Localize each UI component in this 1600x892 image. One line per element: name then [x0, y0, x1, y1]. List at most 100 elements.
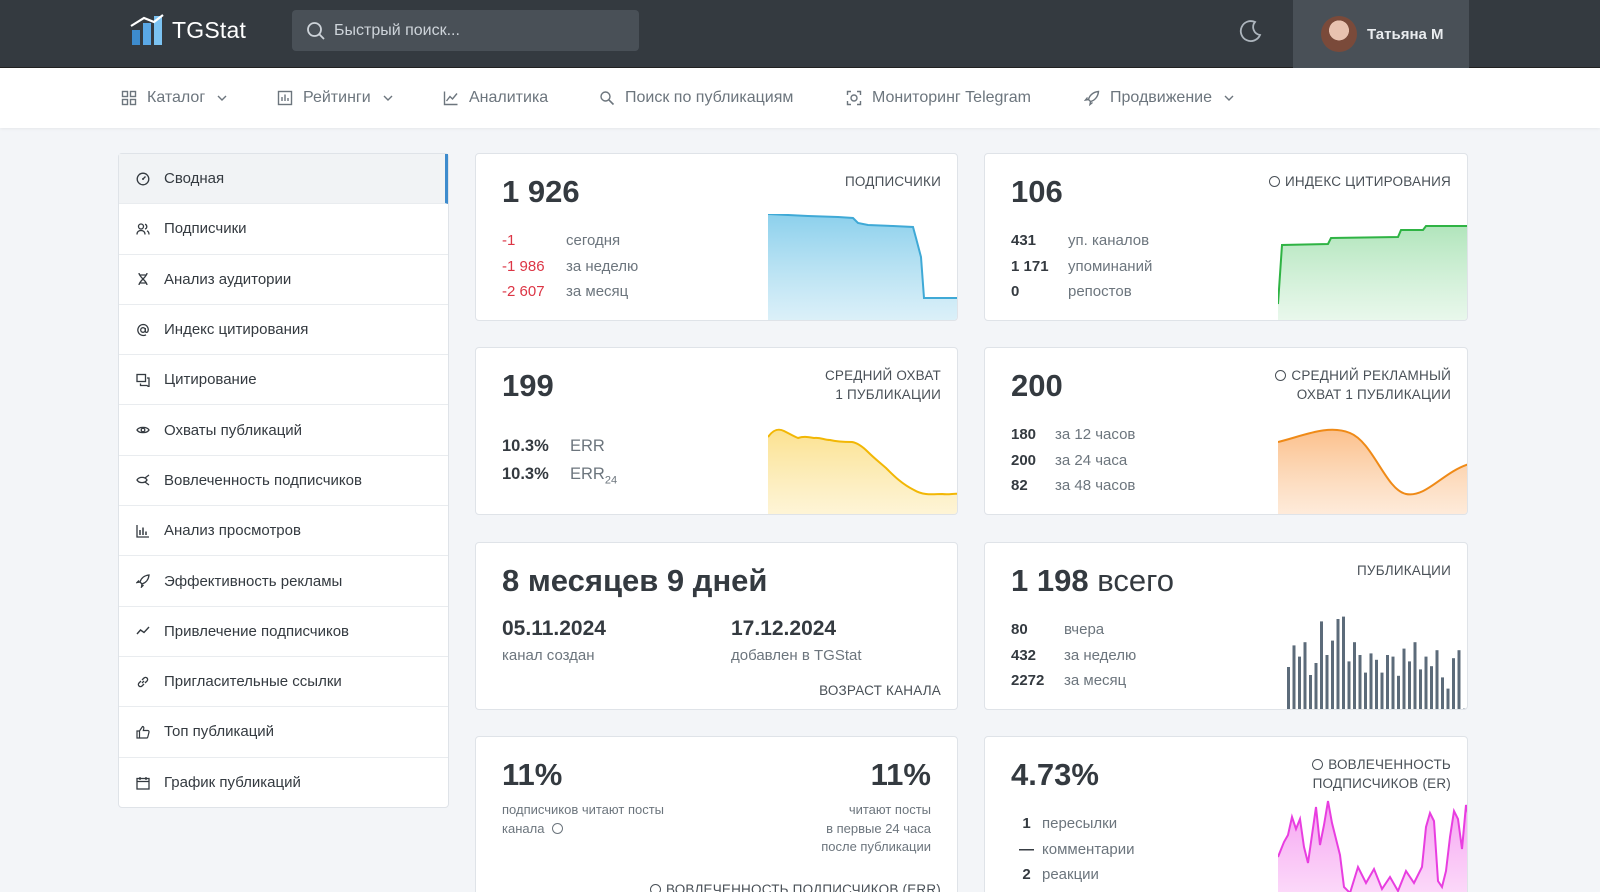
sidebar-item-audience[interactable]: Анализ аудитории: [119, 255, 448, 305]
engagement-icon: [136, 474, 150, 486]
sidebar: Сводная Подписчики Анализ аудитории Инде…: [118, 153, 449, 808]
ad-reach-label-line2: ОХВАТ 1 ПУБЛИКАЦИИ: [1296, 387, 1451, 402]
stat-value: 2272: [1011, 672, 1045, 689]
stat-row: 2272 за месяц: [1011, 668, 1136, 694]
subscribers-sparkline: [768, 214, 957, 320]
logo[interactable]: TGStat: [130, 14, 246, 46]
sidebar-item-label: Сводная: [164, 170, 225, 188]
posts-bar: [1419, 669, 1422, 709]
card-read-share[interactable]: 11% подписчиков читают посты канала 11% …: [475, 736, 958, 892]
logo-text: TGStat: [172, 16, 247, 43]
stat-value: 180: [1011, 426, 1037, 443]
sidebar-item-top-posts[interactable]: Топ публикаций: [119, 707, 448, 758]
dna-icon: [138, 273, 148, 286]
line-chart-icon: [443, 91, 458, 106]
card-ad-reach[interactable]: 200 СРЕДНИЙ РЕКЛАМНЫЙ ОХВАТ 1 ПУБЛИКАЦИИ…: [984, 347, 1468, 515]
sidebar-item-label: Анализ аудитории: [164, 270, 292, 288]
nav-item-post-search[interactable]: Поиск по публикациям: [599, 68, 793, 128]
stat-text: репостов: [1068, 283, 1132, 300]
help-icon[interactable]: [552, 822, 564, 834]
sidebar-item-summary[interactable]: Сводная: [119, 154, 448, 205]
avatar: [1321, 16, 1357, 52]
info-icon[interactable]: [1312, 759, 1324, 770]
sidebar-item-invite-links[interactable]: Пригласительные ссылки: [119, 657, 448, 708]
ad-reach-rows: 180 за 12 часов 200 за 24 часа 82 за 48 час…: [1011, 422, 1135, 499]
read-share-right-line2: в первые 24 часа: [826, 820, 931, 836]
posts-bar: [1331, 640, 1334, 709]
posts-bar: [1397, 675, 1400, 709]
err-label: ERR: [570, 465, 605, 483]
sidebar-item-schedule[interactable]: График публикаций: [119, 758, 448, 808]
sidebar-item-attraction[interactable]: Привлечение подписчиков: [119, 607, 448, 657]
added-block: 17.12.2024 добавлен в TGStat: [731, 617, 862, 664]
posts-bar: [1386, 655, 1389, 709]
info-icon[interactable]: [649, 884, 661, 892]
sidebar-item-ad-efficiency[interactable]: Эффективность рекламы: [119, 556, 448, 607]
sidebar-item-engagement[interactable]: Вовлеченность подписчиков: [119, 456, 448, 507]
sidebar-item-subscribers[interactable]: Подписчики: [119, 204, 448, 255]
sidebar-item-label: Вовлеченность подписчиков: [164, 471, 362, 489]
subscribers-rows: -1 сегодня -1 986 за неделю -2 607 за месяц: [502, 228, 638, 305]
search-doc-icon: [600, 91, 615, 106]
citation-sparkline: [1278, 225, 1467, 320]
er-label-line1: ВОВЛЕЧЕННОСТЬ: [1312, 755, 1451, 774]
nav-label: Продвижение: [1110, 89, 1212, 106]
search-box[interactable]: [292, 10, 639, 51]
stat-value: 431: [1011, 232, 1037, 249]
info-icon[interactable]: [1268, 176, 1280, 187]
card-posts[interactable]: 1 198 всего ПУБЛИКАЦИИ 80 вчера 432 за нед…: [984, 542, 1468, 710]
card-avg-reach[interactable]: 199 СРЕДНИЙ ОХВАТ 1 ПУБЛИКАЦИИ 10.3% ERR …: [475, 347, 958, 515]
scan-icon: [846, 90, 862, 106]
posts-bar: [1353, 642, 1356, 709]
stat-text: за 12 часов: [1055, 426, 1136, 443]
posts-count: 1 198: [1011, 563, 1089, 598]
stat-text: комментарии: [1042, 840, 1135, 858]
sidebar-item-reach[interactable]: Охваты публикаций: [119, 405, 448, 456]
stat-text: реакции: [1042, 866, 1099, 883]
info-icon[interactable]: [1275, 370, 1287, 381]
stat-value: 432: [1011, 646, 1037, 664]
posts-bar: [1292, 645, 1296, 709]
sidebar-item-citation-index[interactable]: Индекс цитирования: [119, 305, 448, 356]
posts-bar: [1287, 667, 1290, 709]
nav-item-ratings[interactable]: Рейтинги: [277, 68, 395, 128]
sidebar-item-label: Топ публикаций: [164, 723, 275, 741]
er-rows: 1 пересылки — комментарии 2 реакции: [1011, 811, 1134, 888]
card-er[interactable]: 4.73% ВОВЛЕЧЕННОСТЬ ПОДПИСЧИКОВ (ER) 1 пе…: [984, 736, 1468, 892]
nav-item-analytics[interactable]: Аналитика: [443, 68, 548, 128]
posts-bar: [1441, 677, 1444, 709]
nav-label: Мониторинг Telegram: [872, 89, 1031, 106]
posts-bar: [1347, 661, 1351, 709]
stat-row: 1 171 упоминаний: [1011, 254, 1152, 280]
moon-icon[interactable]: [1238, 18, 1264, 44]
subscribers-label: ПОДПИСЧИКИ: [844, 174, 941, 189]
nav-label: Рейтинги: [303, 89, 371, 106]
stat-row: -1 сегодня: [502, 228, 638, 254]
posts-bar: [1430, 666, 1433, 709]
nav-label: Каталог: [147, 89, 206, 106]
card-channel-age[interactable]: 8 месяцев 9 дней 05.11.2024 канал создан…: [475, 542, 958, 710]
posts-bar: [1457, 650, 1461, 709]
chevron-down-icon: [1224, 95, 1234, 101]
read-share-left-text: подписчиков читают посты канала: [502, 801, 664, 838]
card-citation-index[interactable]: 106 ИНДЕКС ЦИТИРОВАНИЯ 431 уп. каналов 1 …: [984, 153, 1468, 321]
ad-reach-label: СРЕДНИЙ РЕКЛАМНЫЙ ОХВАТ 1 ПУБЛИКАЦИИ: [1275, 366, 1451, 404]
nav-item-catalog[interactable]: Каталог: [121, 68, 229, 128]
user-menu[interactable]: Татьяна М: [1293, 0, 1469, 68]
sidebar-item-citations[interactable]: Цитирование: [119, 355, 448, 406]
age-value: 8 месяцев 9 дней: [502, 563, 768, 598]
search-input[interactable]: [334, 21, 624, 40]
nav-label: Аналитика: [469, 89, 549, 106]
sidebar-item-views[interactable]: Анализ просмотров: [119, 506, 448, 557]
posts-bar: [1424, 656, 1428, 709]
posts-bar: [1402, 648, 1406, 709]
stat-row: 200 за 24 часа: [1011, 448, 1135, 474]
stat-value: -1: [502, 232, 516, 249]
nav-item-monitoring[interactable]: Мониторинг Telegram: [846, 68, 1031, 128]
stat-row: 432 за неделю: [1011, 643, 1136, 669]
nav-item-promotion[interactable]: Продвижение: [1084, 68, 1236, 128]
card-subscribers[interactable]: 1 926 ПОДПИСЧИКИ -1 сегодня -1 986 за неде…: [475, 153, 958, 321]
calendar-icon: [136, 776, 150, 790]
er-label: ВОВЛЕЧЕННОСТЬ ПОДПИСЧИКОВ (ER): [1312, 755, 1451, 793]
citation-value: 106: [1011, 174, 1063, 209]
